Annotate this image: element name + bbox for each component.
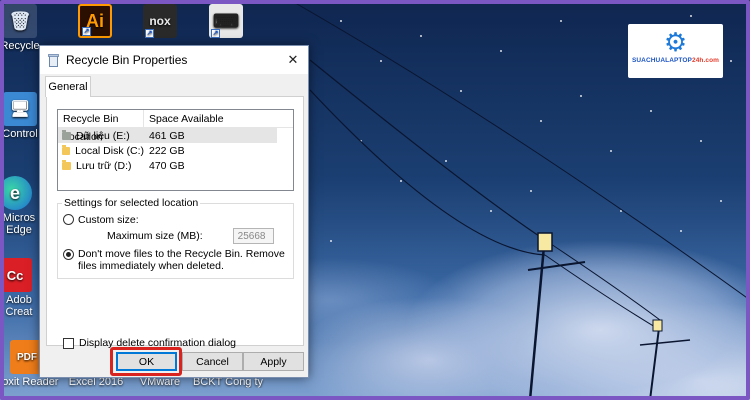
max-size-input[interactable]: [232, 228, 274, 244]
max-size-row: Maximum size (MB):: [107, 228, 274, 244]
ok-button-highlight: [110, 347, 182, 376]
folder-icon: [62, 144, 71, 155]
custom-size-radio[interactable]: [63, 214, 74, 225]
general-tab-pane: Recycle Bin Location Space Available Dữ …: [46, 96, 304, 349]
keyboard-icon: ⌨ ↗: [209, 4, 243, 38]
brand-logo: ⚙ SUACHUALAPTOP24h.com: [628, 24, 723, 78]
space-cell: 470 GB: [149, 159, 185, 172]
adobe-cc-icon: Cc: [0, 258, 32, 292]
adobe-cc-desktop-icon[interactable]: Cc Adob Creat: [0, 258, 40, 318]
column-header-space[interactable]: Space Available: [144, 113, 224, 125]
nox-glyph: nox: [149, 14, 171, 28]
desktop-icon-label: Adob Creat: [5, 294, 33, 318]
shortcut-arrow-icon: ↗: [82, 27, 91, 36]
nox-icon: nox ↗: [143, 4, 177, 38]
cancel-button[interactable]: Cancel: [182, 352, 243, 371]
list-item[interactable]: Lưu trữ (D:) 470 GB: [58, 158, 293, 173]
location-list[interactable]: Recycle Bin Location Space Available Dữ …: [57, 109, 294, 191]
location-name: Dữ liệu (E:): [76, 129, 130, 142]
dialog-titlebar[interactable]: Recycle Bin Properties ✕: [40, 46, 308, 74]
shortcut-arrow-icon: ↗: [145, 29, 154, 38]
recycle-bin-icon: 🗑: [3, 4, 37, 38]
recycle-bin-properties-dialog: Recycle Bin Properties ✕ General Recycle…: [39, 45, 309, 378]
location-name: Lưu trữ (D:): [76, 159, 132, 172]
dialog-title: Recycle Bin Properties: [66, 53, 188, 67]
tab-general[interactable]: General: [45, 76, 91, 97]
custom-size-option[interactable]: Custom size:: [63, 214, 139, 226]
dont-move-radio[interactable]: [63, 249, 74, 260]
illustrator-desktop-icon[interactable]: Ai ↗: [65, 4, 125, 38]
brand-accent-text: 24h.com: [691, 57, 720, 64]
recycle-bin-icon: [48, 53, 59, 67]
confirm-checkbox[interactable]: [63, 337, 74, 349]
edge-desktop-icon[interactable]: e Micros Edge: [0, 176, 40, 236]
settings-groupbox: Settings for selected location Custom si…: [57, 197, 294, 279]
control-panel-icon: 🖥: [3, 92, 37, 126]
location-cell: Local Disk (C:): [58, 144, 144, 157]
list-item[interactable]: Dữ liệu (E:) 461 GB: [58, 128, 277, 143]
illustrator-icon: Ai ↗: [78, 4, 112, 38]
drive-icon: [62, 129, 71, 140]
location-name: Local Disk (C:): [75, 144, 144, 157]
location-cell: Lưu trữ (D:): [58, 159, 144, 172]
dont-move-label: Don't move files to the Recycle Bin. Rem…: [78, 248, 285, 272]
space-cell: 222 GB: [149, 144, 185, 157]
desktop-icon-label: Micros Edge: [2, 212, 36, 236]
edge-icon: e: [0, 176, 32, 210]
max-size-label: Maximum size (MB):: [107, 230, 203, 242]
keyboard-desktop-icon[interactable]: ⌨ ↗: [196, 4, 256, 38]
custom-size-label: Custom size:: [78, 214, 139, 226]
brand-main-text: SUACHUALAPTOP: [631, 57, 692, 64]
settings-legend: Settings for selected location: [62, 197, 201, 209]
folder-icon: [62, 159, 71, 170]
dont-move-option[interactable]: Don't move files to the Recycle Bin. Rem…: [63, 248, 289, 272]
column-header-location[interactable]: Recycle Bin Location: [58, 109, 144, 143]
gear-icon: ⚙: [663, 27, 688, 57]
shortcut-arrow-icon: ↗: [211, 29, 220, 38]
list-header: Recycle Bin Location Space Available: [58, 109, 293, 143]
apply-button[interactable]: Apply: [243, 352, 304, 371]
close-icon[interactable]: ✕: [278, 46, 308, 74]
list-item[interactable]: Local Disk (C:) 222 GB: [58, 143, 293, 158]
location-cell: Dữ liệu (E:): [58, 129, 144, 142]
brand-logo-text: SUACHUALAPTOP24h.com: [628, 57, 723, 64]
space-cell: 461 GB: [149, 129, 185, 142]
nox-desktop-icon[interactable]: nox ↗: [130, 4, 190, 38]
